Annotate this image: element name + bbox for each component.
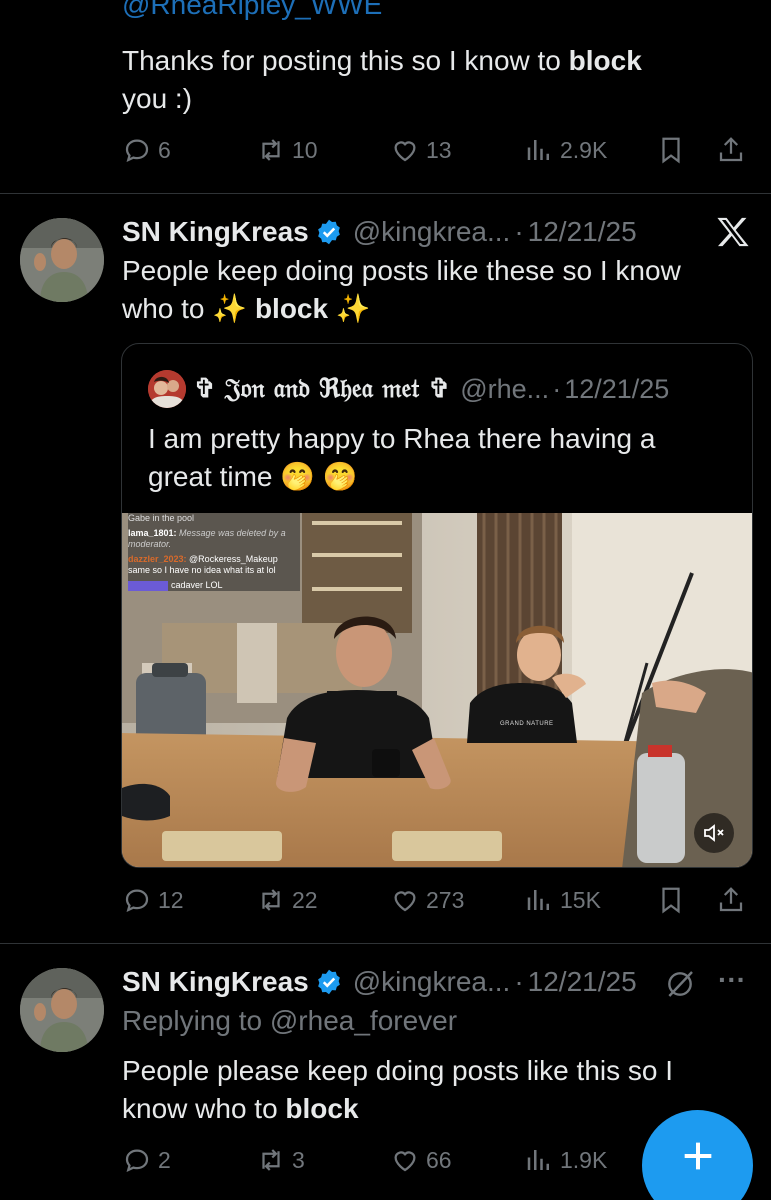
share-icon (719, 887, 743, 912)
sparkle-emoji: ✨ (212, 293, 248, 324)
share-icon (719, 137, 743, 162)
quote-avatar[interactable] (148, 370, 186, 408)
x-logo-icon (717, 217, 749, 247)
timestamp[interactable]: 12/21/25 (528, 216, 637, 248)
handle[interactable]: @kingkrea... (353, 216, 511, 248)
chat-line: lama_1801: Message was deleted by a mode… (128, 528, 286, 549)
quote-header: ✞ 𝔍𝔬𝔫 𝔞𝔫𝔡 ℜ𝔥𝔢𝔞 𝔪𝔢𝔱 ✞ @rhe... · 12/21/25 (194, 370, 669, 408)
separator-dot: · (552, 373, 562, 404)
retweet-count: 3 (292, 1146, 305, 1173)
chat-line: dazzler_2023: @Rockeress_Makeup same so … (128, 554, 278, 575)
reply-count: 12 (158, 886, 184, 913)
reply-icon (125, 1149, 149, 1173)
verified-badge-icon (317, 969, 340, 995)
bookmark-button[interactable] (656, 130, 686, 170)
views-icon (527, 140, 549, 160)
like-count: 273 (426, 886, 465, 913)
muted-speaker-icon (704, 824, 724, 842)
chat-line: Gabe in the pool (128, 513, 195, 523)
quote-timestamp[interactable]: 12/21/25 (564, 374, 669, 405)
reply-icon (125, 139, 149, 163)
reply-button[interactable]: 12 (122, 880, 184, 920)
retweet-icon (262, 139, 280, 161)
mention-link[interactable]: @RheaRipley_WWE (122, 0, 382, 20)
share-button[interactable] (716, 880, 746, 920)
views-count: 15K (560, 886, 601, 913)
views-icon (527, 1150, 549, 1170)
mute-button[interactable] (694, 813, 734, 853)
retweet-icon (262, 1149, 280, 1171)
views-count: 2.9K (560, 136, 608, 163)
tweet-text: Thanks for posting this so I know to blo… (122, 45, 642, 114)
divider (0, 943, 771, 944)
views-count: 1.9K (560, 1146, 608, 1173)
tweet-header: SN KingKreas @kingkrea... · 12/21/25 (122, 962, 637, 1002)
action-bar: 12 22 273 15K (122, 880, 752, 920)
quote-media-video[interactable]: Gabe in the pool lama_1801: Message was … (122, 513, 752, 867)
quote-display-name[interactable]: ✞ 𝔍𝔬𝔫 𝔞𝔫𝔡 ℜ𝔥𝔢𝔞 𝔪𝔢𝔱 ✞ (194, 374, 450, 405)
sparkle-emoji: ✨ (335, 293, 371, 324)
reply-button[interactable]: 2 (122, 1140, 171, 1180)
stream-chat-overlay: Gabe in the pool lama_1801: Message was … (128, 513, 300, 591)
quote-tweet-card[interactable]: ✞ 𝔍𝔬𝔫 𝔞𝔫𝔡 ℜ𝔥𝔢𝔞 𝔪𝔢𝔱 ✞ @rhe... · 12/21/25 … (121, 343, 753, 868)
heart-icon (394, 141, 416, 162)
tweet-text: People keep doing posts like these so I … (122, 255, 681, 324)
views-button[interactable]: 1.9K (524, 1140, 607, 1180)
reply-count: 6 (158, 136, 171, 163)
bookmark-button[interactable] (656, 880, 686, 920)
verified-badge-icon (317, 219, 340, 245)
bookmark-icon (662, 887, 680, 914)
tweet-header: SN KingKreas @kingkrea... · 12/21/25 (122, 212, 637, 252)
face-with-hand-emoji: 🤭 🤭 (280, 461, 358, 492)
divider (0, 193, 771, 194)
retweet-button[interactable]: 3 (256, 1140, 305, 1180)
like-count: 13 (426, 136, 452, 163)
separator-dot: · (514, 966, 524, 997)
avatar[interactable] (20, 968, 104, 1052)
replying-to: Replying to @rhea_forever (122, 1005, 458, 1036)
like-count: 66 (426, 1146, 452, 1173)
like-button[interactable]: 66 (390, 1140, 452, 1180)
separator-dot: · (514, 216, 524, 247)
action-bar: 6 10 13 2.9K (122, 130, 752, 170)
like-button[interactable]: 273 (390, 880, 464, 920)
display-name[interactable]: SN KingKreas (122, 216, 309, 248)
chat-line: cadaver LOL (128, 580, 300, 591)
avatar[interactable] (20, 218, 104, 302)
like-button[interactable]: 13 (390, 130, 452, 170)
grok-icon[interactable] (664, 968, 696, 1000)
heart-icon (394, 1151, 416, 1172)
retweet-button[interactable]: 22 (256, 880, 318, 920)
timestamp[interactable]: 12/21/25 (528, 966, 637, 998)
quote-text: I am pretty happy to Rhea there having a… (148, 423, 656, 492)
more-options-button[interactable]: ··· (718, 964, 746, 996)
heart-icon (394, 891, 416, 912)
replying-handle[interactable]: @rhea_forever (270, 1005, 457, 1036)
retweet-count: 22 (292, 886, 318, 913)
reply-button[interactable]: 6 (122, 130, 171, 170)
tweet-text: People please keep doing posts like this… (122, 1055, 674, 1124)
retweet-icon (262, 889, 280, 911)
share-button[interactable] (716, 130, 746, 170)
handle[interactable]: @kingkrea... (353, 966, 511, 998)
quote-handle[interactable]: @rhe... (460, 374, 549, 405)
reply-count: 2 (158, 1146, 171, 1173)
views-button[interactable]: 2.9K (524, 130, 607, 170)
plus-icon (684, 1142, 711, 1169)
views-button[interactable]: 15K (524, 880, 601, 920)
display-name[interactable]: SN KingKreas (122, 966, 309, 998)
bookmark-icon (662, 137, 680, 164)
retweet-count: 10 (292, 136, 318, 163)
reply-icon (125, 889, 149, 913)
retweet-button[interactable]: 10 (256, 130, 318, 170)
views-icon (527, 890, 549, 910)
shirt-logo-text: GRAND NATURE (500, 721, 554, 727)
